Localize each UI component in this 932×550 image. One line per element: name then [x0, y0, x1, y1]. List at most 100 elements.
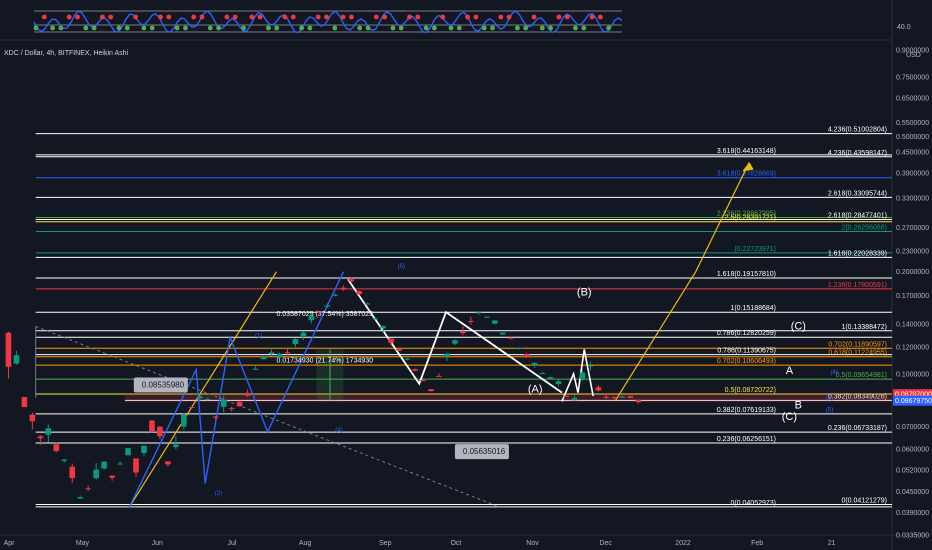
candle-body — [133, 458, 139, 473]
candle-body — [563, 395, 570, 397]
candle-body — [220, 400, 227, 407]
candle-body — [332, 294, 339, 296]
candle-body — [212, 416, 219, 418]
y-tick-label: 0.5000000 — [896, 134, 929, 141]
candle-body — [372, 318, 378, 320]
fib-level-label: 4.236(0.43598147) — [828, 150, 887, 157]
candle-body — [420, 380, 426, 382]
fib-level-label: 1(0.15188684) — [730, 305, 776, 312]
candle-body — [396, 349, 402, 351]
x-tick-label: Oct — [450, 540, 461, 547]
price-chart[interactable]: 4.236(0.51002804) 3.618(0.44163148) 4.236(… — [0, 0, 932, 550]
candle-body — [260, 356, 267, 360]
indicator-dot — [116, 25, 122, 31]
candle-body — [452, 340, 458, 344]
fib-level-label: 2.5(0.28391721) — [725, 215, 776, 222]
indicator-dot — [108, 14, 114, 20]
measure-label: 0.01734930 (21.74%) 1734930 — [277, 357, 374, 364]
candle-body — [324, 305, 331, 307]
wave-label: (3) — [826, 396, 833, 402]
indicator-dot — [191, 14, 197, 20]
indicator-dot — [282, 14, 288, 20]
candle-body — [436, 375, 442, 377]
y-tick-label: 0.0335000 — [896, 533, 929, 540]
candle-body — [13, 355, 20, 364]
fib-level-label: 3.618(0.37828869) — [717, 171, 776, 178]
candle-body — [571, 397, 578, 401]
x-tick-label: Dec — [599, 540, 612, 547]
indicator-dot — [141, 25, 147, 31]
wave-label: (A) — [528, 384, 543, 396]
y-tick-label: 0.0390000 — [896, 510, 929, 517]
indicator-dot — [100, 14, 105, 20]
indicator-dot — [257, 14, 263, 20]
indicator-dot — [33, 25, 39, 31]
indicator-dot — [606, 25, 612, 31]
candle-body — [228, 408, 235, 410]
indicator-dot — [183, 25, 188, 31]
candle-body — [268, 352, 275, 354]
fib-level-label: 2.618(0.28477401) — [828, 213, 887, 220]
fib-level-label: 0.786(0.12820259) — [717, 330, 776, 337]
indicator-dot — [473, 14, 479, 20]
x-tick-label: Feb — [751, 540, 763, 547]
candle-body — [595, 387, 602, 391]
x-tick-label: Jul — [227, 540, 236, 547]
candle-body — [149, 420, 155, 432]
candle-body — [627, 396, 634, 398]
indicator-dot — [573, 25, 578, 31]
indicator-dot — [174, 25, 180, 31]
indicator-dot — [481, 25, 487, 31]
indicator-dot — [349, 14, 354, 20]
candle-body — [380, 326, 386, 329]
candle-body — [109, 475, 115, 478]
candle-body — [579, 372, 586, 379]
indicator-dot — [556, 14, 562, 20]
indicator-dot — [149, 25, 155, 31]
candle-body — [555, 381, 562, 385]
y-tick-label: 0.0600000 — [896, 447, 929, 454]
price-callout-label: 0.08535980 — [142, 381, 185, 390]
x-tick-label: Aug — [299, 540, 312, 547]
indicator-dot — [158, 14, 163, 20]
indicator-dot — [241, 25, 246, 31]
candle-body — [507, 337, 514, 339]
candle-body — [611, 397, 618, 399]
wave-label: A — [786, 365, 794, 377]
candle-body — [101, 461, 107, 469]
indicator-dot — [432, 25, 437, 31]
indicator-dot — [75, 14, 80, 20]
candle-body — [244, 392, 251, 396]
candle-body — [85, 488, 91, 490]
indicator-dot — [315, 14, 321, 20]
indicator-dot — [581, 25, 587, 31]
indicator-dot — [490, 25, 495, 31]
fib-level-label: 1.618(0.22028339) — [828, 250, 887, 257]
candle-body — [316, 311, 323, 313]
candle-body — [196, 396, 203, 399]
wave-label: B — [795, 400, 802, 412]
candle-body — [603, 396, 610, 398]
y-tick-label: 0.2000000 — [896, 269, 929, 276]
wave-label: (5) — [398, 264, 405, 270]
indicator-dot — [357, 25, 363, 31]
indicator-dot — [299, 25, 304, 31]
fib-level-label: 0.702(0.11890597) — [828, 341, 887, 348]
x-tick-label: Nov — [526, 540, 539, 547]
indicator-dot — [407, 14, 412, 20]
chart-title: XDC / Dollar, 4h, BITFINEX, Heikin Ashi — [4, 50, 129, 57]
candle-body — [619, 396, 626, 398]
y-tick-label: 0.1700000 — [896, 293, 929, 300]
indicator-dot — [216, 25, 222, 31]
x-tick-label: 2022 — [675, 540, 691, 547]
fib-level-label: 0.236(0.06256151) — [717, 436, 776, 443]
candle-body — [412, 369, 418, 371]
x-tick-label: Jun — [152, 540, 163, 547]
candle-body — [173, 444, 179, 448]
candle-body — [141, 445, 147, 454]
y-tick-label: 0.0700000 — [896, 424, 929, 431]
candle-body — [523, 353, 530, 358]
candle-body — [45, 428, 52, 435]
candle-body — [204, 398, 211, 401]
indicator-dot — [83, 25, 89, 31]
